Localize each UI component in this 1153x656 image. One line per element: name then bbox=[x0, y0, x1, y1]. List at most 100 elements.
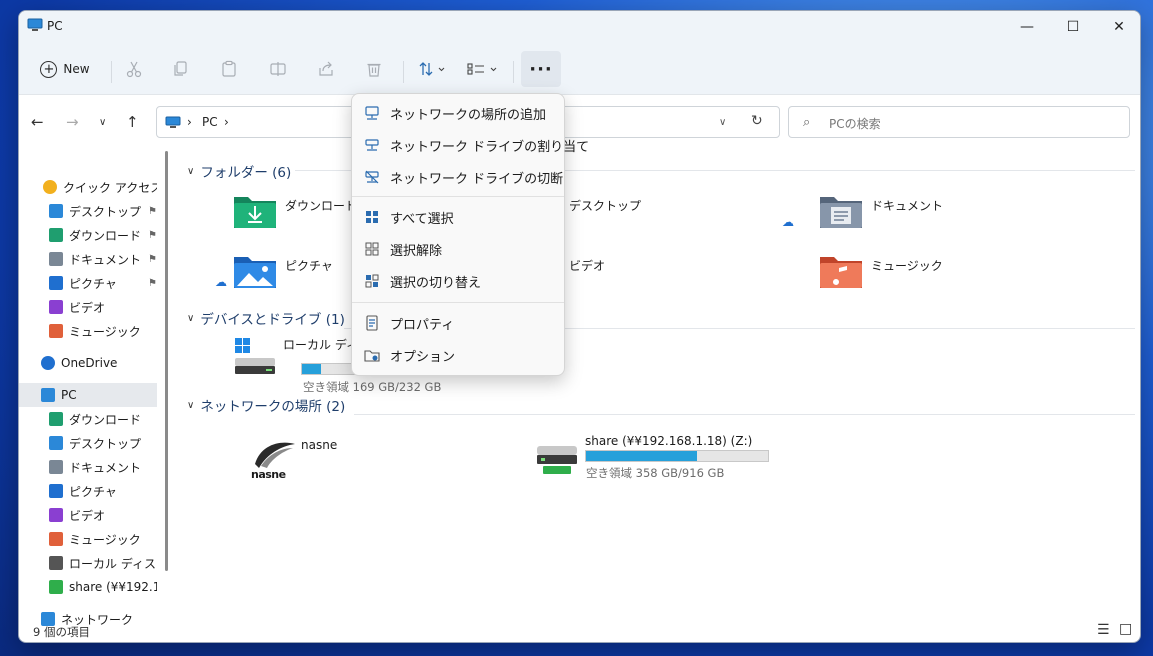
toolbar-divider bbox=[513, 61, 514, 83]
scissors-icon bbox=[126, 61, 142, 78]
sidebar-item[interactable]: クイック アクセス bbox=[19, 175, 157, 199]
rename-button[interactable] bbox=[263, 51, 293, 87]
group-header-folders[interactable]: ∨ フォルダー (6) bbox=[187, 161, 291, 181]
sidebar-item-label: ピクチャ bbox=[69, 484, 117, 499]
add-network-location-icon bbox=[365, 106, 379, 120]
sidebar-item-label: share (¥¥192.168 bbox=[69, 580, 157, 594]
sidebar-item[interactable]: PC bbox=[19, 383, 157, 407]
menu-item[interactable]: オプション bbox=[356, 340, 562, 370]
desktop-icon bbox=[49, 204, 63, 218]
menu-item[interactable]: 選択解除 bbox=[356, 234, 562, 264]
select-none-icon bbox=[365, 242, 379, 256]
menu-item[interactable]: すべて選択 bbox=[356, 202, 562, 232]
menu-item[interactable]: 選択の切り替え bbox=[356, 266, 562, 296]
sidebar-item[interactable]: share (¥¥192.168 bbox=[19, 575, 157, 599]
sidebar-item[interactable]: デスクトップ ⚑ bbox=[19, 199, 157, 223]
search-placeholder: PCの検索 bbox=[829, 117, 881, 131]
folder-downloads[interactable]: ダウンロード bbox=[233, 193, 357, 229]
toolbar-divider bbox=[403, 61, 404, 83]
sidebar-item[interactable]: ダウンロード ⚑ bbox=[19, 223, 157, 247]
sidebar-item[interactable]: OneDrive bbox=[19, 351, 157, 375]
maximize-button[interactable]: ☐ bbox=[1050, 11, 1096, 43]
network-drive-icon bbox=[49, 580, 63, 594]
menu-item[interactable]: プロパティ bbox=[356, 308, 562, 338]
cut-button[interactable] bbox=[119, 51, 149, 87]
address-history-chevron-icon[interactable]: ∨ bbox=[719, 117, 726, 128]
sidebar-item[interactable]: ダウンロード bbox=[19, 407, 157, 431]
sidebar-item[interactable]: ピクチャ ⚑ bbox=[19, 271, 157, 295]
onedrive-icon bbox=[41, 356, 55, 370]
pc-icon bbox=[27, 18, 43, 31]
copy-button[interactable] bbox=[166, 51, 196, 87]
pc-icon bbox=[41, 388, 55, 402]
navigation-scrollbar[interactable] bbox=[165, 151, 168, 571]
menu-item[interactable]: ネットワークの場所の追加 bbox=[356, 98, 562, 128]
sort-button[interactable] bbox=[412, 51, 452, 87]
details-view-icon[interactable]: ☰ bbox=[1097, 622, 1110, 638]
toolbar-divider bbox=[111, 61, 112, 83]
sidebar-item[interactable]: ビデオ bbox=[19, 503, 157, 527]
menu-item[interactable]: ネットワーク ドライブの切断 bbox=[356, 162, 563, 192]
sidebar-item[interactable]: デスクトップ bbox=[19, 431, 157, 455]
sidebar-item[interactable]: ビデオ bbox=[19, 295, 157, 319]
navigation-pane: クイック アクセス デスクトップ ⚑ ダウンロード ⚑ ドキュメント ⚑ ピクチャ ⚑ ビデオ ミュ… bbox=[19, 151, 175, 627]
plus-icon: + bbox=[40, 60, 58, 78]
sidebar-item[interactable]: ミュージック bbox=[19, 319, 157, 343]
new-button[interactable]: + New bbox=[33, 51, 97, 87]
network-drive-icon bbox=[537, 446, 577, 474]
menu-separator bbox=[352, 302, 564, 303]
menu-item-label: オプション bbox=[390, 350, 456, 365]
folder-label: ビデオ bbox=[569, 259, 606, 273]
sidebar-item-label: ミュージック bbox=[69, 324, 141, 339]
share-button[interactable] bbox=[311, 51, 341, 87]
network-item-nasne[interactable]: nasne nasne bbox=[251, 438, 337, 482]
tiles-view-icon[interactable]: □ bbox=[1119, 621, 1132, 637]
minimize-button[interactable]: — bbox=[1004, 11, 1050, 43]
search-input[interactable]: ⌕ PCの検索 bbox=[788, 106, 1130, 138]
network-item-label: nasne bbox=[301, 438, 338, 452]
close-button[interactable]: ✕ bbox=[1096, 11, 1140, 43]
delete-button[interactable] bbox=[359, 51, 389, 87]
sidebar-item-label: ダウンロード bbox=[69, 412, 142, 427]
refresh-icon[interactable]: ↻ bbox=[751, 113, 763, 129]
pictures-icon bbox=[49, 484, 63, 498]
new-label: New bbox=[63, 62, 90, 76]
paste-icon bbox=[222, 60, 236, 77]
sidebar-item-label: ピクチャ bbox=[69, 276, 117, 291]
music-icon bbox=[49, 324, 63, 338]
sidebar-item-label: デスクトップ bbox=[69, 204, 142, 219]
desktop-icon bbox=[49, 436, 63, 450]
forward-arrow-icon[interactable]: → bbox=[66, 113, 79, 131]
pictures-folder-icon bbox=[234, 257, 276, 288]
group-header-network[interactable]: ∨ ネットワークの場所 (2) bbox=[187, 395, 345, 415]
music-icon bbox=[49, 532, 63, 546]
sidebar-item-label: デスクトップ bbox=[69, 436, 142, 451]
see-more-menu: ネットワークの場所の追加ネットワーク ドライブの割り当て ネットワーク ドライブの… bbox=[351, 93, 589, 376]
invert-selection-icon bbox=[365, 274, 379, 288]
up-arrow-icon[interactable]: ↑ bbox=[126, 113, 139, 131]
sidebar-item[interactable]: ピクチャ bbox=[19, 479, 157, 503]
sidebar-item[interactable]: ドキュメント ⚑ bbox=[19, 247, 157, 271]
menu-item[interactable]: ネットワーク ドライブの割り当て bbox=[356, 130, 589, 160]
group-header-devices[interactable]: ∨ デバイスとドライブ (1) bbox=[187, 308, 345, 328]
view-button[interactable] bbox=[462, 51, 502, 87]
see-more-button[interactable]: ··· bbox=[521, 51, 561, 87]
group-title: デバイスとドライブ (1) bbox=[200, 312, 345, 328]
folder-documents[interactable]: ドキュメント bbox=[819, 193, 943, 229]
sidebar-item[interactable]: ドキュメント bbox=[19, 455, 157, 479]
paste-button[interactable] bbox=[214, 51, 244, 87]
folder-music[interactable]: ミュージック bbox=[819, 253, 943, 289]
breadcrumb-separator[interactable]: › bbox=[187, 115, 192, 129]
sidebar-item[interactable]: ミュージック bbox=[19, 527, 157, 551]
nasne-logo: nasne bbox=[251, 438, 297, 482]
pin-icon: ⚑ bbox=[148, 205, 157, 217]
breadcrumb-pc[interactable]: PC bbox=[202, 115, 218, 129]
recent-locations-chevron-icon[interactable]: ∨ bbox=[99, 117, 106, 128]
network-drive-usage-bar bbox=[585, 450, 769, 462]
back-arrow-icon[interactable]: ← bbox=[31, 113, 44, 131]
menu-item-label: ネットワークの場所の追加 bbox=[390, 108, 547, 123]
command-bar: + New ··· bbox=[19, 43, 1140, 95]
folder-pictures[interactable]: ピクチャ bbox=[233, 253, 333, 289]
breadcrumb-separator[interactable]: › bbox=[224, 115, 229, 129]
sidebar-item[interactable]: ローカル ディスク (C bbox=[19, 551, 157, 575]
